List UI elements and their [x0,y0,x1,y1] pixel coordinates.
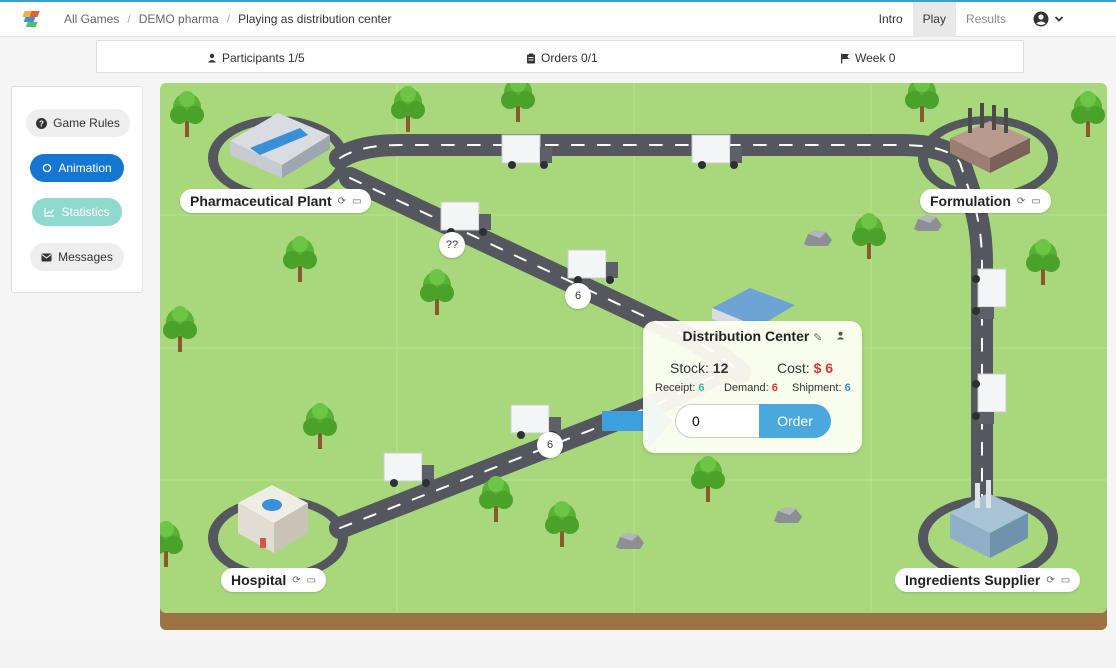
statistics-label: Statistics [61,205,110,219]
user-avatar-icon [1033,11,1049,27]
demand-row: Demand: 6 [724,382,778,394]
game-rules-label: Game Rules [53,116,120,130]
orders-info: Orders 0/1 [526,51,598,65]
cost-row: Cost: $ 6 [777,360,833,376]
node-label-hospital[interactable]: Hospital ⟳ ▭ [221,568,327,592]
nav-intro[interactable]: Intro [869,2,913,37]
statistics-button[interactable]: Statistics [32,198,122,226]
supplier-name: Ingredients Supplier [905,572,1041,588]
stock-row: Stock: 12 [670,360,728,376]
stock-value: 12 [712,360,729,376]
breadcrumb-separator: / [226,12,231,26]
node-label-plant[interactable]: Pharmaceutical Plant ⟳ ▭ [180,189,372,213]
nav-results[interactable]: Results [956,2,1016,37]
hospital-name: Hospital [231,572,287,588]
breadcrumb-current: Playing as distribution center [238,12,392,26]
envelope-icon [41,253,52,261]
plant-name: Pharmaceutical Plant [190,193,332,209]
week-number: Week 0 [855,51,896,65]
main-nav: Intro Play Results [869,2,1016,37]
laptop-icon: ▭ [1031,195,1041,207]
game-status-bar: Participants 1/5 Orders 0/1 Week 0 [96,40,1024,73]
receipt-label: Receipt: [655,382,696,394]
orders-count: Orders 0/1 [541,51,598,65]
footer [0,640,1116,668]
user-menu[interactable] [1033,11,1064,27]
distribution-center-panel: Distribution Center ✎ Stock: 12 Cost: $ … [643,321,862,453]
participants-count: Participants 1/5 [222,51,305,65]
sidebar: ? Game Rules Animation Statistics Messag… [11,86,143,293]
truck-badge: 6 [537,432,563,458]
node-label-supplier[interactable]: Ingredients Supplier ⟳ ▭ [895,568,1081,592]
order-quantity-input[interactable] [675,404,761,438]
receipt-value: 6 [698,382,705,394]
flag-icon [841,53,849,63]
laptop-icon: ▭ [1060,574,1071,586]
user-icon [836,331,845,340]
panel-title: Distribution Center ✎ [643,328,862,344]
demand-label: Demand: [724,382,769,394]
cost-value: $ 6 [813,360,834,376]
truck-badge: ?? [439,232,465,258]
messages-button[interactable]: Messages [30,243,124,271]
svg-text:?: ? [39,119,44,128]
laptop-icon: ▭ [306,574,317,586]
order-button[interactable]: Order [759,404,831,438]
node-label-formulation[interactable]: Formulation ⟳ ▭ [920,189,1051,213]
shipment-row: Shipment: 6 [792,382,851,394]
laptop-icon: ▭ [352,195,362,207]
animation-button[interactable]: Animation [30,154,124,182]
cost-label: Cost: [777,360,810,376]
game-map [160,83,1107,630]
stock-label: Stock: [670,360,709,376]
shipment-value: 6 [844,382,851,394]
week-info: Week 0 [840,51,895,65]
user-icon [208,53,216,63]
demand-value: 6 [771,382,778,394]
panel-title-text: Distribution Center [682,328,810,344]
sync-icon: ⟳ [1046,574,1055,586]
breadcrumb-separator: / [127,12,131,26]
receipt-row: Receipt: 6 [655,382,705,394]
question-circle-icon: ? [36,117,48,129]
top-bar: All Games / DEMO pharma / Playing as dis… [0,0,1116,37]
animation-label: Animation [58,161,112,175]
breadcrumb-game[interactable]: DEMO pharma [139,12,219,26]
game-rules-button[interactable]: ? Game Rules [26,109,130,137]
truck-badge: 6 [565,283,591,309]
clipboard-icon [527,53,535,63]
sync-icon: ⟳ [337,195,347,207]
sync-icon: ⟳ [292,574,301,586]
nav-play[interactable]: Play [912,2,956,37]
sync-icon: ⟳ [1016,195,1026,207]
breadcrumb: All Games / DEMO pharma / Playing as dis… [64,12,392,26]
circle-icon [43,163,52,173]
game-board: Pharmaceutical Plant ⟳ ▭ Formulation ⟳ ▭ H… [160,83,1107,630]
shipment-label: Shipment: [792,382,842,394]
chevron-down-icon [1054,16,1064,22]
app-logo-icon[interactable] [22,10,44,28]
messages-label: Messages [58,250,113,264]
formulation-name: Formulation [930,193,1011,209]
line-chart-icon [44,208,55,217]
breadcrumb-all-games[interactable]: All Games [64,12,119,26]
pencil-icon[interactable]: ✎ [813,332,822,344]
participants-info: Participants 1/5 [207,51,305,65]
